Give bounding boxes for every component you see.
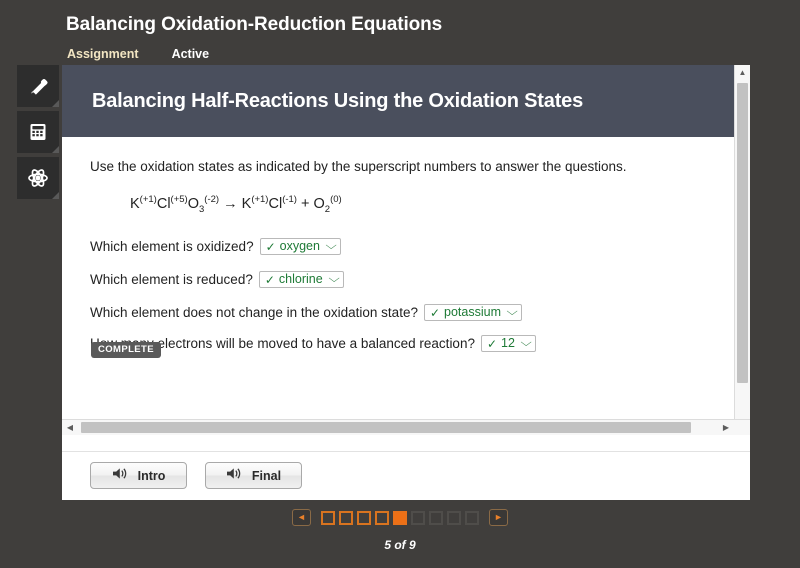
intro-audio-button[interactable]: Intro [90, 462, 187, 489]
question-row-1: Which element is oxidized? ✓ oxygen ⌵ [90, 238, 342, 255]
species-K-product: K(+1) [241, 194, 269, 212]
speaker-icon [226, 466, 243, 486]
breadcrumb-assignment[interactable]: Assignment [67, 47, 139, 61]
previous-page-button[interactable]: ◄ [292, 509, 311, 526]
tool-highlighter-button[interactable] [17, 65, 59, 107]
horizontal-scrollbar[interactable]: ◀ ▶ [62, 419, 750, 435]
triangle-left-icon: ◄ [297, 512, 306, 522]
check-icon: ✓ [265, 239, 276, 254]
page-indicator-2[interactable] [339, 510, 353, 525]
atom-icon [25, 165, 51, 191]
chevron-down-icon: ⌵ [325, 240, 337, 252]
lesson-banner: Balancing Half-Reactions Using the Oxida… [62, 65, 750, 137]
breadcrumb: Assignment Active [67, 47, 209, 61]
check-icon: ✓ [429, 305, 441, 320]
triangle-up-icon: ▲ [738, 68, 747, 77]
tool-periodic-table-button[interactable] [17, 157, 59, 199]
scroll-left-button[interactable]: ◀ [62, 420, 78, 435]
page-indicator-5[interactable] [393, 510, 407, 525]
chevron-down-icon: ⌵ [520, 337, 532, 349]
page-indicator-8[interactable] [447, 510, 461, 525]
highlighter-icon [25, 73, 51, 99]
equation-products: K(+1)Cl(-1) + O2(0) [241, 194, 342, 215]
question-label-2: Which element is reduced? [90, 272, 253, 287]
calculator-icon [25, 119, 51, 145]
answer-value-1: oxygen [279, 239, 320, 254]
question-label-3: Which element does not change in the oxi… [90, 305, 418, 320]
page-indicator-9[interactable] [465, 510, 479, 525]
equation-plus: + [301, 195, 310, 212]
answer-dropdown-1[interactable]: ✓ oxygen ⌵ [259, 238, 342, 255]
lesson-instructions: Use the oxidation states as indicated by… [90, 159, 627, 174]
answer-value-4: 12 [501, 336, 515, 351]
speaker-icon [112, 466, 129, 486]
page-header: Balancing Oxidation-Reduction Equations … [0, 0, 800, 66]
scroll-right-button[interactable]: ▶ [718, 420, 734, 435]
lesson-banner-title: Balancing Half-Reactions Using the Oxida… [92, 90, 584, 112]
triangle-right-icon: ▶ [722, 422, 730, 432]
vertical-scroll-thumb[interactable] [737, 83, 748, 383]
species-K-reactant: K(+1) [130, 194, 157, 212]
pagination: ◄ ► [0, 509, 800, 526]
page-count-label: 5 of 9 [384, 538, 416, 552]
equation-arrow: → [223, 195, 238, 212]
next-page-button[interactable]: ► [489, 509, 508, 526]
triangle-left-icon: ◀ [66, 422, 74, 432]
answer-dropdown-2[interactable]: ✓ chlorine ⌵ [258, 271, 345, 288]
page-indicator-6[interactable] [411, 510, 425, 525]
page-indicator-list [319, 510, 481, 525]
page-title: Balancing Oxidation-Reduction Equations [66, 14, 443, 35]
question-label-1: Which element is oxidized? [90, 239, 254, 254]
species-O2-product: O2(0) [313, 194, 342, 215]
page-indicator-1[interactable] [321, 510, 335, 525]
audio-toolbar: Intro Final [62, 451, 750, 500]
page-indicator-4[interactable] [375, 510, 389, 525]
status-badge: COMPLETE [91, 342, 161, 358]
page-indicator-7[interactable] [429, 510, 443, 525]
lesson-panel: Balancing Half-Reactions Using the Oxida… [62, 65, 750, 500]
final-audio-label: Final [251, 468, 282, 483]
chevron-down-icon: ⌵ [328, 273, 340, 285]
answer-dropdown-3[interactable]: ✓ potassium ⌵ [423, 304, 523, 321]
question-row-3: Which element does not change in the oxi… [90, 304, 523, 321]
answer-dropdown-4[interactable]: ✓ 12 ⌵ [480, 335, 537, 352]
vertical-scrollbar[interactable]: ▲ ▼ [734, 65, 750, 435]
check-icon: ✓ [264, 272, 275, 287]
answer-value-3: potassium [444, 305, 502, 320]
tool-calculator-button[interactable] [17, 111, 59, 153]
final-audio-button[interactable]: Final [205, 462, 302, 489]
question-row-2: Which element is reduced? ✓ chlorine ⌵ [90, 271, 345, 288]
species-Cl-product: Cl(-1) [268, 194, 297, 212]
lesson-content: Use the oxidation states as indicated by… [62, 137, 734, 430]
scroll-up-button[interactable]: ▲ [735, 65, 750, 81]
equation-reactants: K(+1)Cl(+5)O3(-2) [130, 194, 223, 215]
answer-value-2: chlorine [278, 272, 323, 287]
intro-audio-label: Intro [137, 468, 166, 483]
species-Cl-reactant: Cl(+5) [156, 194, 188, 212]
tool-rail [17, 65, 59, 203]
page-indicator-3[interactable] [357, 510, 371, 525]
horizontal-scroll-thumb[interactable] [81, 422, 691, 433]
breadcrumb-status: Active [171, 47, 210, 61]
triangle-right-icon: ► [494, 512, 503, 522]
chemical-equation: K(+1)Cl(+5)O3(-2) → K(+1)Cl(-1) + O2(0) [130, 194, 342, 215]
species-O3-reactant: O3(-2) [187, 194, 220, 215]
check-icon: ✓ [486, 336, 498, 351]
chevron-down-icon: ⌵ [506, 306, 518, 318]
